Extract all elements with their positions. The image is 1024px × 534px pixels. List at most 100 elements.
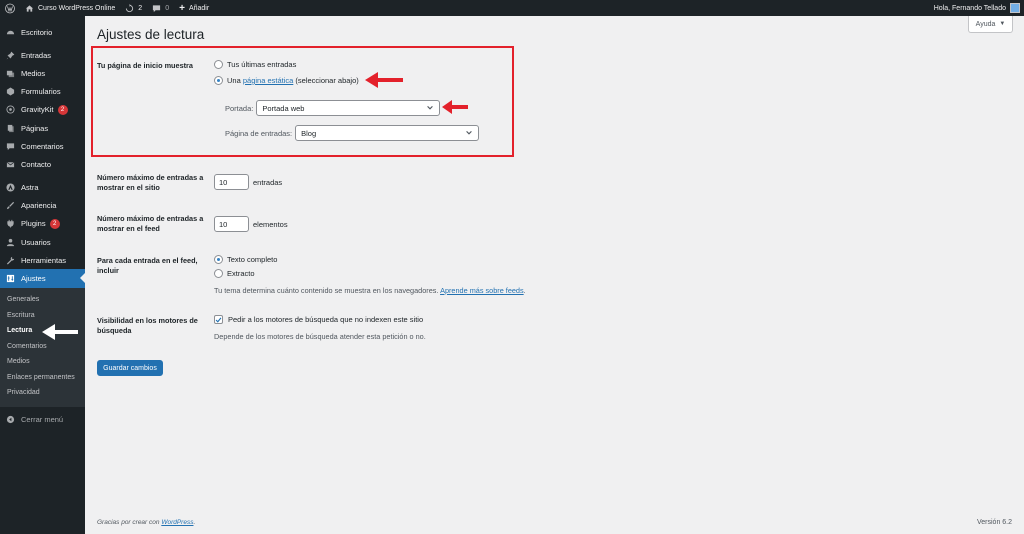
- comment-icon: [152, 4, 161, 13]
- help-tab-button[interactable]: Ayuda ▼: [968, 16, 1013, 33]
- admin-sidebar: Escritorio Entradas Medios Formularios G…: [0, 16, 85, 534]
- updates-link[interactable]: 2: [120, 0, 147, 16]
- front-page-select[interactable]: Portada web: [256, 100, 441, 116]
- posts-page-value: Blog: [301, 128, 317, 138]
- dashboard-icon: [5, 27, 16, 38]
- footer-thankyou: Gracias por crear con WordPress.: [97, 519, 196, 526]
- plus-icon: +: [179, 2, 185, 14]
- users-icon: [5, 237, 16, 248]
- sidebar-item-label: Entradas: [21, 50, 52, 60]
- sidebar-item-label: Herramientas: [21, 255, 67, 265]
- sidebar-item-usuarios[interactable]: Usuarios: [0, 233, 85, 251]
- astra-icon: [5, 182, 16, 193]
- tools-icon: [5, 255, 16, 266]
- feed-items-input[interactable]: 10: [214, 216, 249, 232]
- sidebar-item-comentarios[interactable]: Comentarios: [0, 137, 85, 155]
- sidebar-item-label: Usuarios: [21, 237, 51, 247]
- sidebar-item-plugins[interactable]: Plugins 2: [0, 215, 85, 233]
- mail-icon: [5, 159, 16, 170]
- visibility-description: Depende de los motores de búsqueda atend…: [214, 332, 426, 341]
- blog-pages-unit: entradas: [253, 177, 283, 187]
- help-label: Ayuda: [975, 20, 996, 28]
- sidebar-item-escritorio[interactable]: Escritorio: [0, 23, 85, 41]
- feed-description-text: Tu tema determina cuánto contenido se mu…: [214, 286, 439, 295]
- radio-button[interactable]: [214, 76, 223, 85]
- sidebar-item-label: Medios: [21, 68, 46, 78]
- submenu-medios[interactable]: Medios: [0, 354, 85, 370]
- radio-label-prefix: Una: [227, 76, 241, 85]
- caret-down-icon: ▼: [999, 21, 1006, 27]
- radio-label: Texto completo: [227, 255, 278, 264]
- blog-pages-label: Número máximo de entradas a mostrar en e…: [97, 173, 204, 192]
- admin-bar: Curso WordPress Online 2 0 + Añadir Hola…: [0, 0, 1024, 16]
- settings-submenu: Generales Escritura Lectura Comentarios …: [0, 287, 85, 407]
- submenu-escritura[interactable]: Escritura: [0, 307, 85, 323]
- checkmark-icon: [215, 317, 222, 323]
- sidebar-item-contacto[interactable]: Contacto: [0, 155, 85, 173]
- annotation-arrow-lectura: [42, 324, 78, 340]
- sidebar-item-entradas[interactable]: Entradas: [0, 46, 85, 64]
- save-changes-button[interactable]: Guardar cambios: [97, 360, 163, 376]
- sidebar-item-label: Comentarios: [21, 141, 64, 151]
- blog-pages-input[interactable]: 10: [214, 174, 249, 190]
- site-name: Curso WordPress Online: [38, 4, 116, 12]
- radio-excerpt[interactable]: Extracto: [214, 269, 255, 278]
- radio-latest-posts[interactable]: Tus últimas entradas: [214, 60, 296, 69]
- comments-link[interactable]: 0: [147, 0, 174, 16]
- sidebar-item-label: Contacto: [21, 159, 52, 169]
- sidebar-item-label: Formularios: [21, 87, 61, 97]
- feed-description: Tu tema determina cuánto contenido se mu…: [214, 286, 526, 295]
- static-page-link[interactable]: página estática: [243, 76, 293, 85]
- collapse-icon: [5, 414, 16, 425]
- feeds-learn-more-link[interactable]: Aprende más sobre feeds: [440, 286, 524, 295]
- front-page-label: Portada:: [225, 103, 254, 113]
- my-account[interactable]: Hola, Fernando Tellado: [929, 0, 1024, 16]
- sidebar-item-herramientas[interactable]: Herramientas: [0, 251, 85, 269]
- sidebar-item-label: Páginas: [21, 123, 49, 133]
- radio-button[interactable]: [214, 255, 223, 264]
- radio-full-text[interactable]: Texto completo: [214, 255, 277, 264]
- new-label: Añadir: [188, 4, 210, 12]
- submenu-generales[interactable]: Generales: [0, 292, 85, 308]
- radio-button[interactable]: [214, 269, 223, 278]
- noindex-checkbox[interactable]: [214, 315, 223, 324]
- radio-label: Tus últimas entradas: [227, 60, 297, 69]
- submenu-enlaces-permanentes[interactable]: Enlaces permanentes: [0, 370, 85, 386]
- sidebar-item-formularios[interactable]: Formularios: [0, 83, 85, 101]
- posts-page-select[interactable]: Blog: [295, 125, 480, 141]
- sidebar-item-label: GravityKit: [21, 105, 54, 115]
- radio-static-page[interactable]: Una página estática (seleccionar abajo): [214, 76, 359, 85]
- collapse-menu-button[interactable]: Cerrar menú: [0, 411, 85, 429]
- front-page-value: Portada web: [262, 103, 305, 113]
- sidebar-item-gravitykit[interactable]: GravityKit 2: [0, 101, 85, 119]
- greeting: Hola, Fernando Tellado: [933, 4, 1006, 12]
- radio-label-suffix: (seleccionar abajo): [295, 76, 359, 85]
- new-content-link[interactable]: + Añadir: [174, 0, 214, 16]
- site-name-link[interactable]: Curso WordPress Online: [20, 0, 120, 16]
- notification-badge: 2: [57, 104, 68, 115]
- collapse-label: Cerrar menú: [21, 415, 64, 425]
- homepage-label: Tu página de inicio muestra: [97, 61, 193, 70]
- sidebar-item-astra[interactable]: Astra: [0, 179, 85, 197]
- sidebar-item-label: Apariencia: [21, 201, 57, 211]
- pin-icon: [5, 50, 16, 61]
- wordpress-link[interactable]: WordPress: [161, 519, 193, 526]
- submenu-privacidad[interactable]: Privacidad: [0, 385, 85, 401]
- sidebar-item-ajustes[interactable]: Ajustes: [0, 269, 85, 288]
- media-icon: [5, 68, 16, 79]
- feed-items-unit: elementos: [253, 219, 288, 229]
- pages-icon: [5, 123, 16, 134]
- gravitykit-icon: [5, 104, 16, 115]
- chevron-down-icon: [465, 129, 473, 139]
- sidebar-item-label: Escritorio: [21, 27, 53, 37]
- radio-button[interactable]: [214, 60, 223, 69]
- radio-label: Extracto: [227, 269, 255, 278]
- noindex-checkbox-label: Pedir a los motores de búsqueda que no i…: [228, 315, 424, 324]
- sidebar-item-paginas[interactable]: Páginas: [0, 119, 85, 137]
- sidebar-item-medios[interactable]: Medios: [0, 64, 85, 82]
- sidebar-item-apariencia[interactable]: Apariencia: [0, 197, 85, 215]
- annotation-arrow-static-page: [365, 72, 403, 88]
- noindex-checkbox-row[interactable]: Pedir a los motores de búsqueda que no i…: [214, 315, 423, 324]
- plugin-icon: [5, 218, 16, 229]
- wordpress-logo-icon[interactable]: [0, 0, 20, 16]
